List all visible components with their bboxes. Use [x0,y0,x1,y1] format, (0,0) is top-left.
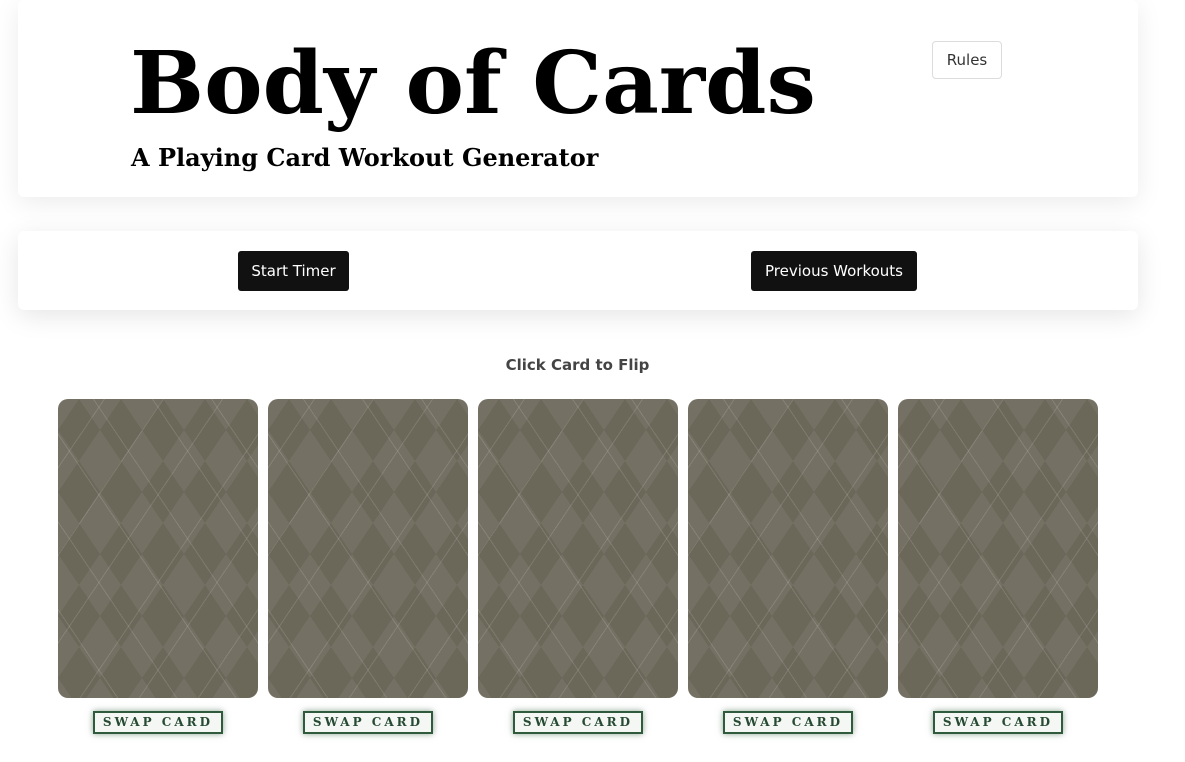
previous-workouts-button[interactable]: Previous Workouts [751,251,917,291]
swap-card-button[interactable]: SWAP CARD [513,711,643,734]
card-back[interactable] [478,399,678,698]
card-slot-3: SWAP CARD [478,399,678,734]
flip-hint: Click Card to Flip [505,356,650,374]
card-slot-4: SWAP CARD [688,399,888,734]
swap-card-button[interactable]: SWAP CARD [303,711,433,734]
card-back[interactable] [268,399,468,698]
start-timer-button[interactable]: Start Timer [238,251,349,291]
card-back[interactable] [58,399,258,698]
toolbar-panel: Start Timer Previous Workouts [18,231,1138,310]
page-subtitle: A Playing Card Workout Generator [131,143,599,172]
card-slot-5: SWAP CARD [898,399,1098,734]
card-back[interactable] [898,399,1098,698]
page-title: Body of Cards [130,33,816,134]
card-back[interactable] [688,399,888,698]
swap-card-button[interactable]: SWAP CARD [723,711,853,734]
swap-card-button[interactable]: SWAP CARD [93,711,223,734]
card-slot-1: SWAP CARD [58,399,258,734]
rules-button[interactable]: Rules [932,41,1002,79]
header-panel: Body of Cards A Playing Card Workout Gen… [18,0,1138,197]
swap-card-button[interactable]: SWAP CARD [933,711,1063,734]
card-slot-2: SWAP CARD [268,399,468,734]
